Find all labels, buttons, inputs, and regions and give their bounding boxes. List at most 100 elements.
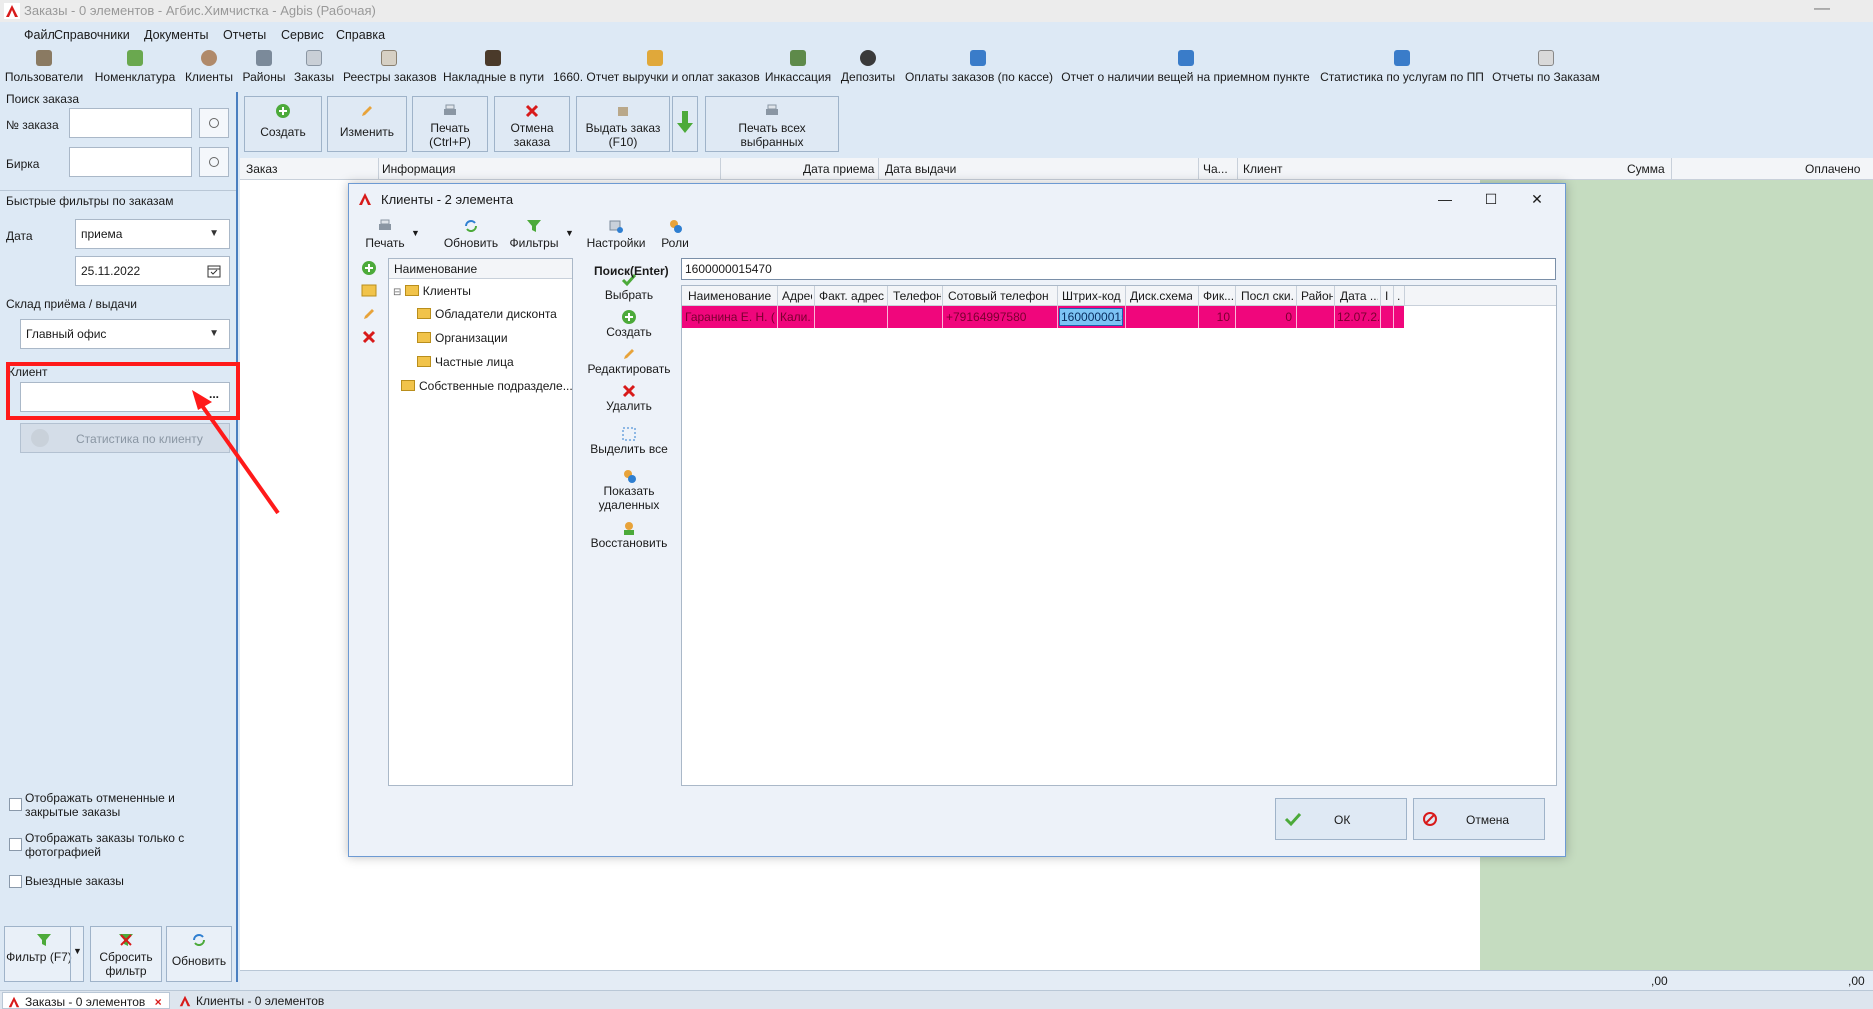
column-last-discount[interactable]: Посл ски... xyxy=(1241,289,1295,303)
toolbar-clients[interactable]: Клиенты xyxy=(184,50,234,88)
filter-dropdown-button[interactable]: ▼ xyxy=(70,926,84,982)
toolbar-order-reports[interactable]: Отчеты по Заказам xyxy=(1492,50,1600,88)
tab-orders[interactable]: Заказы - 0 элементов × xyxy=(2,992,170,1009)
column-name[interactable]: Наименование xyxy=(688,289,776,303)
print-all-selected-button[interactable]: Печать всех выбранных xyxy=(705,96,839,152)
dialog-filters-button[interactable]: Фильтры xyxy=(506,218,562,250)
ok-button[interactable]: ОК xyxy=(1275,798,1407,840)
tab-clients[interactable]: Клиенты - 0 элементов xyxy=(174,992,334,1009)
photo-only-checkbox[interactable] xyxy=(9,838,22,851)
dialog-minimize-button[interactable]: — xyxy=(1434,188,1456,210)
dialog-close-button[interactable]: ✕ xyxy=(1526,188,1548,210)
column-i[interactable]: I xyxy=(1385,289,1393,303)
close-tab-icon[interactable]: × xyxy=(155,995,162,1009)
toolbar-collection[interactable]: Инкассация xyxy=(764,50,832,88)
menu-documents[interactable]: Документы xyxy=(144,28,208,42)
column-date[interactable]: Дата ... xyxy=(1340,289,1378,303)
column-parts[interactable]: Ча... xyxy=(1203,162,1228,176)
column-disc-scheme[interactable]: Диск.схема xyxy=(1130,289,1192,303)
tree-item-organizations[interactable]: Организации xyxy=(417,331,508,345)
dialog-maximize-button[interactable]: ☐ xyxy=(1480,188,1502,210)
print-order-button[interactable]: Печать (Ctrl+P) xyxy=(412,96,488,152)
folder-icon xyxy=(401,380,415,391)
toolbar-waybills[interactable]: Накладные в пути xyxy=(443,50,544,88)
collapse-icon[interactable]: ⊟ xyxy=(393,287,401,298)
toolbar-users[interactable]: Пользователи xyxy=(4,50,84,88)
edit-client-button[interactable]: Редактировать xyxy=(581,346,677,376)
cancel-order-button[interactable]: Отмена заказа xyxy=(494,96,570,152)
plus-icon xyxy=(621,309,637,325)
toolbar-orders[interactable]: Заказы xyxy=(294,50,334,88)
order-no-input[interactable] xyxy=(69,108,192,138)
dialog-settings-button[interactable]: Настройки xyxy=(586,218,646,250)
toolbar-service-stats[interactable]: Статистика по услугам по ПП xyxy=(1320,50,1484,88)
column-fact-address[interactable]: Факт. адрес xyxy=(819,289,885,303)
toolbar-districts[interactable]: Районы xyxy=(241,50,287,88)
date-type-select[interactable]: приема ▼ xyxy=(75,219,230,249)
reset-filter-button[interactable]: Сбросить фильтр xyxy=(90,926,162,982)
open-folder-icon[interactable] xyxy=(361,282,377,298)
select-all-button[interactable]: Выделить все xyxy=(581,426,677,456)
toolbar-order-registers[interactable]: Реестры заказов xyxy=(343,50,437,88)
table-row[interactable]: Гаранина Е. Н. (Га... Кали... +791649975… xyxy=(682,306,1404,328)
warehouse-select[interactable]: Главный офис ▼ xyxy=(20,319,230,349)
dialog-print-button[interactable]: Печать xyxy=(363,218,407,250)
dialog-refresh-button[interactable]: Обновить xyxy=(443,218,499,250)
client-search-input[interactable]: 1600000015470 xyxy=(681,258,1556,280)
column-paid[interactable]: Оплачено xyxy=(1805,162,1860,176)
print-dropdown-icon[interactable]: ▼ xyxy=(411,228,420,238)
cell-barcode-editing[interactable]: 160000001547 xyxy=(1059,308,1123,326)
cancel-button[interactable]: Отмена xyxy=(1413,798,1545,840)
delete-client-button[interactable]: Удалить xyxy=(581,383,677,413)
tree-item-own-divisions[interactable]: Собственные подразделе... xyxy=(401,379,573,393)
toolbar-deposits[interactable]: Депозиты xyxy=(840,50,896,88)
column-district[interactable]: Район xyxy=(1301,289,1333,303)
menu-help[interactable]: Справка xyxy=(336,28,385,42)
column-received-date[interactable]: Дата приема xyxy=(803,162,874,176)
refresh-button[interactable]: Обновить xyxy=(166,926,232,982)
show-deleted-button[interactable]: Показать удаленных xyxy=(581,468,677,512)
column-client[interactable]: Клиент xyxy=(1243,162,1283,176)
cancel-icon xyxy=(1423,812,1437,826)
create-order-button[interactable]: Создать xyxy=(244,96,322,152)
issue-order-button[interactable]: Выдать заказ (F10) xyxy=(576,96,670,152)
pencil-icon[interactable] xyxy=(361,306,377,322)
toolbar-order-payments[interactable]: Оплаты заказов (по кассе) xyxy=(905,50,1053,88)
tag-input[interactable] xyxy=(69,147,192,177)
menu-references[interactable]: Справочники xyxy=(54,28,130,42)
toolbar-items-report[interactable]: Отчет о наличии вещей на приемном пункте xyxy=(1059,50,1312,88)
column-phone[interactable]: Телефон xyxy=(893,289,941,303)
edit-order-button[interactable]: Изменить xyxy=(327,96,407,152)
toolbar-report-1660[interactable]: 1660. Отчет выручки и оплат заказов xyxy=(553,50,760,88)
menu-service[interactable]: Сервис xyxy=(281,28,324,42)
show-cancelled-checkbox[interactable] xyxy=(9,798,22,811)
order-search-button[interactable] xyxy=(199,108,229,138)
refresh-icon xyxy=(191,932,207,948)
column-mobile[interactable]: Сотовый телефон xyxy=(948,289,1056,303)
filters-dropdown-icon[interactable]: ▼ xyxy=(565,228,574,238)
field-orders-checkbox[interactable] xyxy=(9,875,22,888)
menu-file[interactable]: Файл xyxy=(24,28,55,42)
tag-search-button[interactable] xyxy=(199,147,229,177)
column-sum[interactable]: Сумма xyxy=(1627,162,1665,176)
column-issue-date[interactable]: Дата выдачи xyxy=(885,162,956,176)
minimize-button[interactable]: — xyxy=(1812,0,1832,20)
create-client-button[interactable]: Создать xyxy=(581,309,677,339)
calendar-icon[interactable] xyxy=(207,264,221,278)
column-info[interactable]: Информация xyxy=(382,162,455,176)
issue-order-dropdown-button[interactable] xyxy=(672,96,698,152)
tree-item-discount-holders[interactable]: Обладатели дисконта xyxy=(417,307,557,321)
toolbar-nomenclature[interactable]: Номенклатура xyxy=(93,50,177,88)
tree-item-private-persons[interactable]: Частные лица xyxy=(417,355,514,369)
add-folder-icon[interactable] xyxy=(361,260,377,276)
column-fix[interactable]: Фик... xyxy=(1203,289,1233,303)
dialog-roles-button[interactable]: Роли xyxy=(655,218,695,250)
delete-icon[interactable] xyxy=(361,329,377,345)
date-input[interactable]: 25.11.2022 xyxy=(75,256,230,286)
column-barcode[interactable]: Штрих-код xyxy=(1062,289,1124,303)
tree-item-clients[interactable]: ⊟ Клиенты xyxy=(393,284,471,298)
menu-reports[interactable]: Отчеты xyxy=(223,28,266,42)
column-order[interactable]: Заказ xyxy=(246,162,277,176)
column-address[interactable]: Адрес xyxy=(782,289,812,303)
restore-button[interactable]: Восстановить xyxy=(581,520,677,550)
